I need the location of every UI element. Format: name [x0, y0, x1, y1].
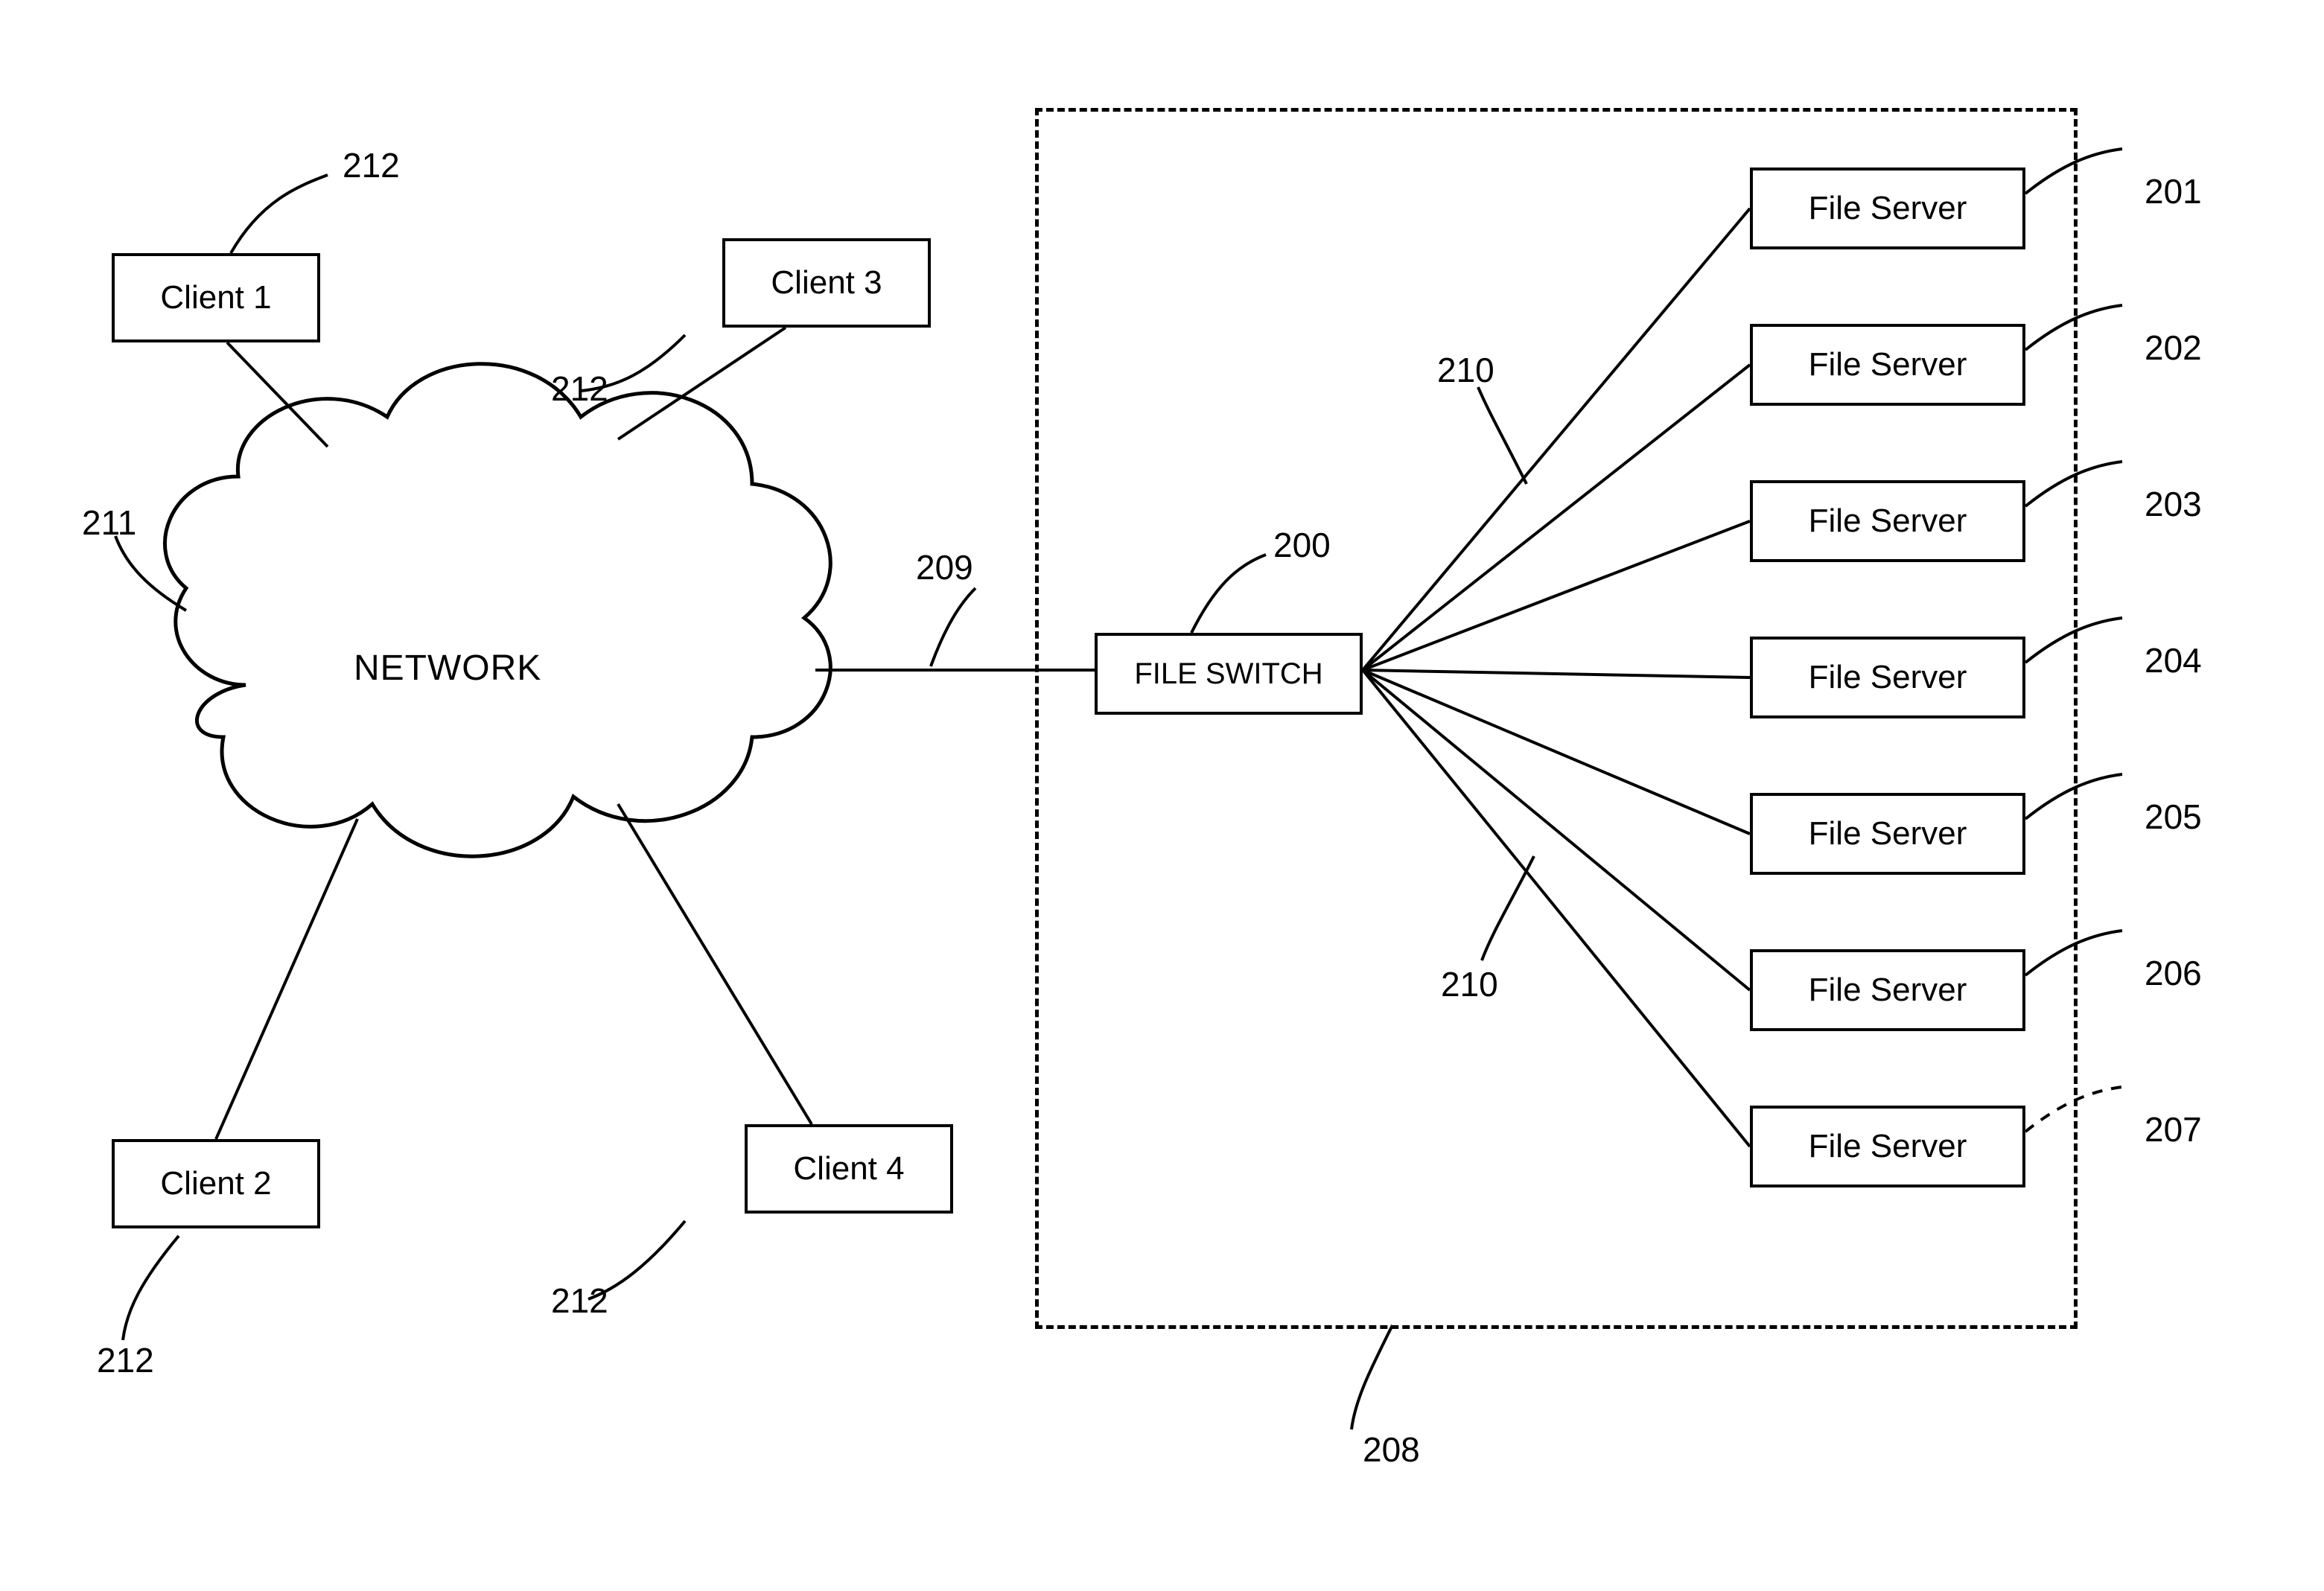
ref-208: 208 [1363, 1429, 1420, 1470]
file-server-3-label: File Server [1809, 503, 1967, 540]
file-server-5-label: File Server [1809, 815, 1967, 852]
ref-206: 206 [2145, 953, 2202, 993]
network-cloud [165, 364, 830, 856]
client-3-label: Client 3 [771, 264, 882, 302]
file-server-3: File Server [1750, 480, 2025, 562]
client-2-label: Client 2 [160, 1165, 271, 1202]
ref-212-c1: 212 [343, 145, 400, 185]
file-server-1: File Server [1750, 168, 2025, 249]
ref-207: 207 [2145, 1109, 2202, 1150]
file-switch: FILE SWITCH [1095, 633, 1363, 715]
ref-210-top: 210 [1437, 350, 1494, 390]
ref-200: 200 [1273, 525, 1331, 565]
ref-210-bottom: 210 [1441, 964, 1498, 1004]
ref-203: 203 [2145, 484, 2202, 524]
file-server-5: File Server [1750, 793, 2025, 875]
file-server-6-label: File Server [1809, 972, 1967, 1009]
ref-209: 209 [916, 547, 973, 587]
ref-211: 211 [82, 503, 136, 543]
file-server-4: File Server [1750, 637, 2025, 718]
file-server-4-label: File Server [1809, 659, 1967, 696]
ref-212-c2: 212 [97, 1340, 154, 1380]
ref-202: 202 [2145, 328, 2202, 368]
ref-201: 201 [2145, 171, 2202, 211]
file-server-1-label: File Server [1809, 190, 1967, 227]
client-4: Client 4 [745, 1124, 953, 1214]
client-2: Client 2 [112, 1139, 320, 1228]
file-server-7-label: File Server [1809, 1128, 1967, 1165]
client-4-label: Client 4 [793, 1150, 904, 1187]
file-server-2: File Server [1750, 324, 2025, 406]
diagram-stage: NETWORK Client 1 Client 3 Client 2 Clien… [0, 0, 2324, 1591]
file-server-6: File Server [1750, 949, 2025, 1031]
ref-212-c4: 212 [551, 1281, 608, 1321]
client-1-label: Client 1 [160, 279, 271, 316]
ref-212-c3: 212 [551, 369, 608, 409]
ref-204: 204 [2145, 640, 2202, 680]
client-3: Client 3 [722, 238, 931, 328]
network-label: NETWORK [354, 648, 541, 689]
file-switch-label: FILE SWITCH [1134, 657, 1322, 691]
ref-205: 205 [2145, 797, 2202, 837]
file-server-7: File Server [1750, 1106, 2025, 1187]
file-server-2-label: File Server [1809, 346, 1967, 383]
client-1: Client 1 [112, 253, 320, 342]
